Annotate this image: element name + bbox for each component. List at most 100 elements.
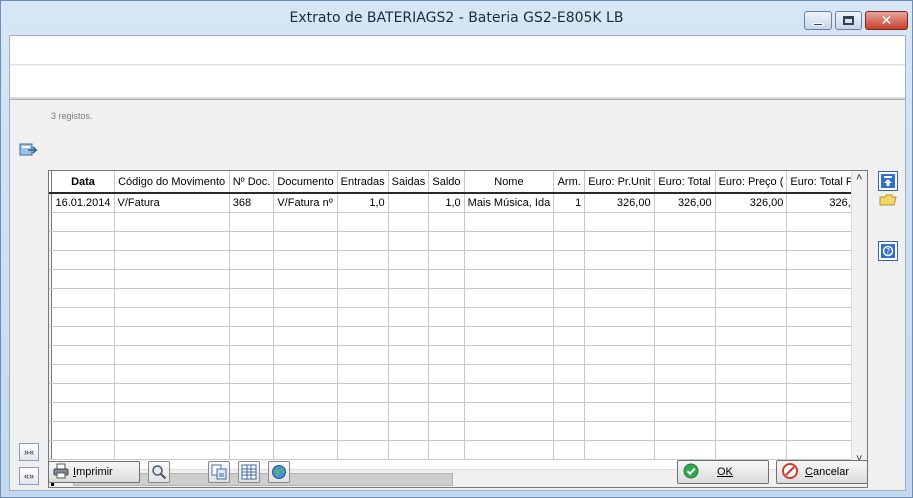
empty-cell[interactable] [584, 402, 655, 422]
empty-cell[interactable] [388, 307, 430, 327]
empty-cell[interactable] [428, 421, 465, 441]
empty-cell[interactable] [553, 345, 586, 365]
empty-cell[interactable] [464, 440, 555, 460]
empty-cell[interactable] [428, 326, 465, 346]
empty-cell[interactable] [273, 307, 338, 327]
table-row[interactable] [49, 421, 867, 441]
empty-cell[interactable] [229, 402, 275, 422]
empty-cell[interactable] [428, 212, 465, 232]
empty-cell[interactable] [584, 345, 655, 365]
empty-cell[interactable] [388, 212, 430, 232]
empty-cell[interactable] [464, 212, 555, 232]
empty-cell[interactable] [388, 326, 430, 346]
title-bar[interactable]: Extrato de BATERIAGS2 - Bateria GS2-E805… [1, 1, 912, 35]
empty-cell[interactable] [715, 250, 788, 270]
empty-cell[interactable] [428, 345, 465, 365]
cancel-button[interactable]: Cancelar [776, 460, 868, 484]
expand-button[interactable]: »« [19, 443, 39, 461]
empty-cell[interactable] [464, 326, 555, 346]
empty-cell[interactable] [715, 440, 788, 460]
cell-data[interactable]: 16.01.2014 [51, 193, 115, 213]
empty-cell[interactable] [114, 212, 230, 232]
empty-cell[interactable] [553, 288, 586, 308]
empty-cell[interactable] [388, 402, 430, 422]
empty-cell[interactable] [553, 269, 586, 289]
empty-cell[interactable] [51, 383, 115, 403]
column-header-pr-unit[interactable]: Euro: Pr.Unit [584, 171, 655, 194]
empty-cell[interactable] [584, 440, 655, 460]
empty-cell[interactable] [428, 440, 465, 460]
empty-cell[interactable] [715, 421, 788, 441]
empty-cell[interactable] [337, 288, 389, 308]
cell-codigo[interactable]: V/Fatura [114, 193, 230, 213]
empty-cell[interactable] [464, 231, 555, 251]
empty-cell[interactable] [464, 402, 555, 422]
empty-cell[interactable] [114, 440, 230, 460]
empty-cell[interactable] [464, 250, 555, 270]
table-row[interactable] [49, 326, 867, 346]
cell-nome[interactable]: Mais Música, Ida [464, 193, 555, 213]
empty-cell[interactable] [273, 345, 338, 365]
empty-cell[interactable] [584, 421, 655, 441]
empty-cell[interactable] [428, 231, 465, 251]
table-row[interactable]: 16.01.2014 V/Fatura 368 V/Fatura nº 1,0 … [49, 193, 867, 213]
empty-cell[interactable] [229, 326, 275, 346]
search-button[interactable] [148, 461, 170, 483]
empty-cell[interactable] [114, 383, 230, 403]
empty-cell[interactable] [51, 288, 115, 308]
empty-cell[interactable] [464, 383, 555, 403]
column-header-arm[interactable]: Arm. [553, 171, 586, 194]
empty-cell[interactable] [114, 269, 230, 289]
help-icon[interactable]: ? [878, 241, 898, 261]
empty-cell[interactable] [388, 383, 430, 403]
empty-cell[interactable] [337, 364, 389, 384]
table-row[interactable] [49, 231, 867, 251]
empty-cell[interactable] [584, 383, 655, 403]
export-icon[interactable] [18, 140, 38, 160]
empty-cell[interactable] [51, 231, 115, 251]
empty-cell[interactable] [715, 364, 788, 384]
print-button[interactable]: Imprimir [48, 461, 140, 483]
empty-cell[interactable] [654, 421, 716, 441]
empty-cell[interactable] [388, 440, 430, 460]
empty-cell[interactable] [114, 326, 230, 346]
empty-cell[interactable] [273, 364, 338, 384]
ok-button[interactable]: OK [677, 460, 769, 484]
empty-cell[interactable] [229, 440, 275, 460]
empty-cell[interactable] [51, 345, 115, 365]
cell-ndoc[interactable]: 368 [229, 193, 275, 213]
empty-cell[interactable] [273, 383, 338, 403]
empty-cell[interactable] [715, 269, 788, 289]
table-row[interactable] [49, 364, 867, 384]
empty-cell[interactable] [715, 231, 788, 251]
table-row[interactable] [49, 269, 867, 289]
empty-cell[interactable] [51, 364, 115, 384]
empty-cell[interactable] [388, 421, 430, 441]
table-row[interactable] [49, 307, 867, 327]
empty-cell[interactable] [584, 288, 655, 308]
close-button[interactable]: ✕ [865, 11, 908, 30]
empty-cell[interactable] [273, 440, 338, 460]
empty-cell[interactable] [553, 212, 586, 232]
empty-cell[interactable] [584, 364, 655, 384]
web-button[interactable] [268, 461, 290, 483]
minimize-button[interactable] [804, 11, 832, 30]
cell-preco[interactable]: 326,00 [715, 193, 788, 213]
empty-cell[interactable] [654, 440, 716, 460]
empty-cell[interactable] [654, 212, 716, 232]
empty-cell[interactable] [337, 250, 389, 270]
cell-entradas[interactable]: 1,0 [337, 193, 389, 213]
empty-cell[interactable] [584, 326, 655, 346]
empty-cell[interactable] [337, 269, 389, 289]
empty-cell[interactable] [337, 383, 389, 403]
empty-cell[interactable] [114, 250, 230, 270]
empty-cell[interactable] [51, 421, 115, 441]
empty-cell[interactable] [654, 307, 716, 327]
empty-cell[interactable] [273, 421, 338, 441]
table-row[interactable] [49, 402, 867, 422]
empty-cell[interactable] [388, 269, 430, 289]
empty-cell[interactable] [553, 402, 586, 422]
empty-cell[interactable] [428, 269, 465, 289]
cell-pr-unit[interactable]: 326,00 [584, 193, 655, 213]
empty-cell[interactable] [229, 345, 275, 365]
